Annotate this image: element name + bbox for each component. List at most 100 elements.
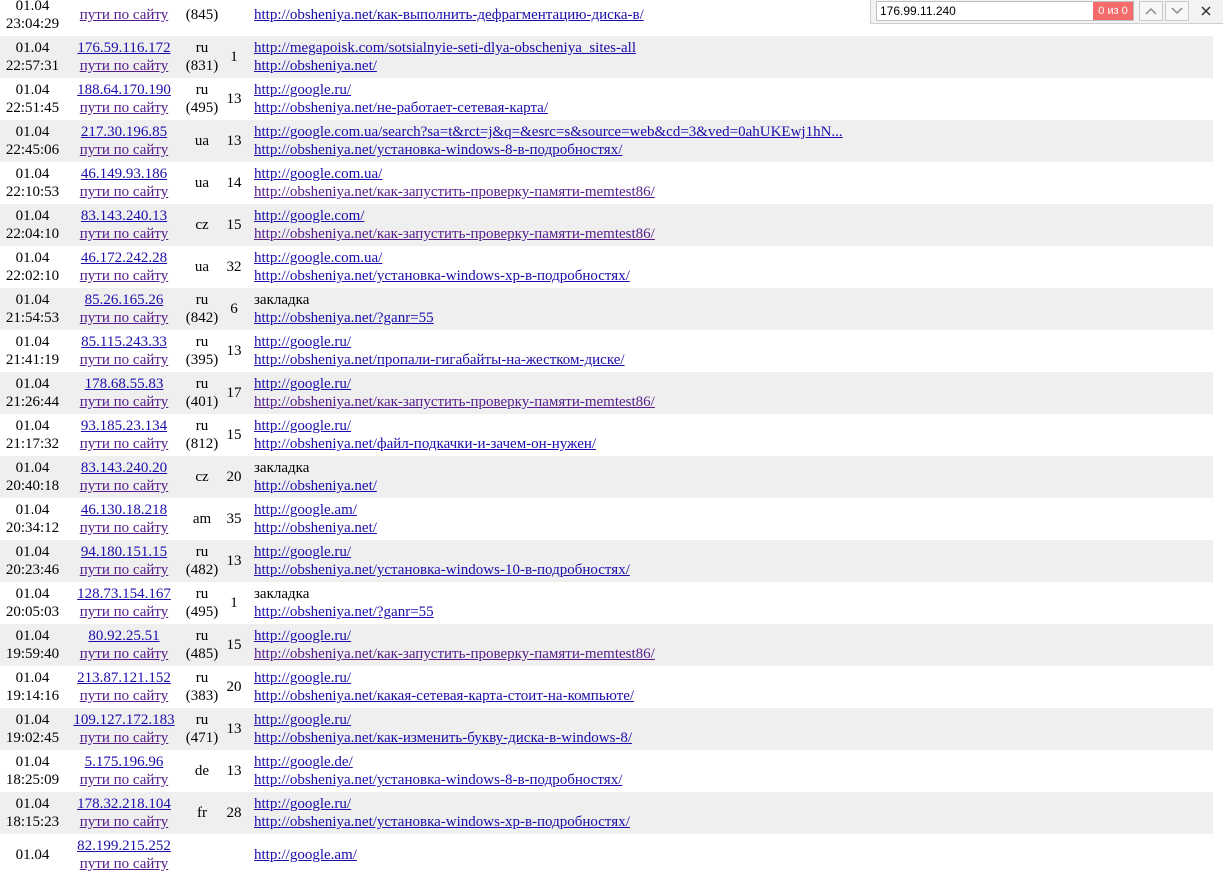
site-path-link[interactable]: пути по сайту [80, 99, 169, 117]
pages-cell: 20 [221, 666, 247, 708]
site-path-link[interactable]: пути по сайту [80, 771, 169, 789]
ip-link[interactable]: 94.180.151.15 [81, 543, 167, 561]
entry-page-link[interactable]: http://obsheniya.net/не-работает-сетевая… [254, 99, 1213, 117]
find-next-button[interactable] [1165, 1, 1189, 21]
referrer-link[interactable]: http://google.ru/ [254, 711, 1213, 729]
ip-link[interactable]: 82.199.215.252 [77, 837, 171, 855]
ip-link[interactable]: 80.92.25.51 [88, 627, 159, 645]
site-path-link[interactable]: пути по сайту [80, 519, 169, 537]
date-cell: 01.04 21:54:53 [0, 288, 65, 330]
site-path-link[interactable]: пути по сайту [80, 477, 169, 495]
ip-link[interactable]: 46.172.242.28 [81, 249, 167, 267]
country-code: ru [195, 712, 209, 728]
ip-link[interactable]: 213.87.121.152 [77, 669, 171, 687]
referrer-link[interactable]: http://google.de/ [254, 753, 1213, 771]
ip-link[interactable]: 46.130.18.218 [81, 501, 167, 519]
ip-cell: 213.87.121.152 пути по сайту [65, 666, 183, 708]
site-path-link[interactable]: пути по сайту [80, 309, 169, 327]
ip-link[interactable]: 85.26.165.26 [85, 291, 164, 309]
visit-count: (401) [185, 394, 219, 410]
site-path-link[interactable]: пути по сайту [80, 855, 169, 873]
pages-cell: 1 [221, 582, 247, 624]
site-path-link[interactable]: пути по сайту [80, 393, 169, 411]
entry-page-link[interactable]: http://obsheniya.net/как-запустить-прове… [254, 225, 1213, 243]
find-previous-button[interactable] [1139, 1, 1163, 21]
site-path-link[interactable]: пути по сайту [80, 645, 169, 663]
ip-link[interactable]: 46.149.93.186 [81, 165, 167, 183]
ip-link[interactable]: 217.30.196.85 [81, 123, 167, 141]
find-field[interactable]: 0 из 0 [876, 1, 1134, 21]
country-cell: ru (471) [183, 708, 221, 750]
referrer-link[interactable]: http://google.ru/ [254, 81, 1213, 99]
entry-page-link[interactable]: http://obsheniya.net/установка-windows-x… [254, 267, 1213, 285]
referrer-link[interactable]: http://google.com/ [254, 207, 1213, 225]
entry-page-link[interactable]: http://obsheniya.net/какая-сетевая-карта… [254, 687, 1213, 705]
referrer-link[interactable]: http://google.com.ua/ [254, 165, 1213, 183]
entry-page-link[interactable]: http://obsheniya.net/как-изменить-букву-… [254, 729, 1213, 747]
ip-link[interactable]: 128.73.154.167 [77, 585, 171, 603]
ip-link[interactable]: 85.115.243.33 [81, 333, 167, 351]
referrer-link[interactable]: http://google.com.ua/ [254, 249, 1213, 267]
ip-link[interactable]: 178.32.218.104 [77, 795, 171, 813]
entry-page-link[interactable]: http://obsheniya.net/файл-подкачки-и-зач… [254, 435, 1213, 453]
entry-page-link[interactable]: http://obsheniya.net/как-запустить-прове… [254, 645, 1213, 663]
ip-cell: 85.115.243.33 пути по сайту [65, 330, 183, 372]
country-code: ru [195, 334, 209, 350]
entry-page-link[interactable]: http://obsheniya.net/установка-windows-8… [254, 771, 1213, 789]
site-path-link[interactable]: пути по сайту [80, 183, 169, 201]
ip-link[interactable]: 188.64.170.190 [77, 81, 171, 99]
referrer-link[interactable]: http://google.ru/ [254, 375, 1213, 393]
ip-link[interactable]: 93.185.23.134 [81, 417, 167, 435]
find-close-button[interactable] [1193, 1, 1219, 21]
referrer-link[interactable]: http://google.ru/ [254, 627, 1213, 645]
entry-page-link[interactable]: http://obsheniya.net/установка-windows-8… [254, 141, 1213, 159]
ip-link[interactable]: 5.175.196.96 [85, 753, 164, 771]
referrer-link[interactable]: http://megapoisk.com/sotsialnyie-seti-dl… [254, 39, 1213, 57]
find-input[interactable] [877, 2, 1098, 20]
ip-link[interactable]: 83.143.240.20 [81, 459, 167, 477]
table-row: 01.04 21:17:32 93.185.23.134 пути по сайту r… [0, 414, 1213, 456]
ip-link[interactable]: 109.127.172.183 [73, 711, 174, 729]
entry-page-link[interactable]: http://obsheniya.net/ [254, 57, 1213, 75]
entry-page-link[interactable]: http://obsheniya.net/установка-windows-x… [254, 813, 1213, 831]
country-cell: ua [183, 120, 221, 162]
referrer-link[interactable]: http://google.ru/ [254, 543, 1213, 561]
entry-page-link[interactable]: http://obsheniya.net/?ganr=55 [254, 309, 1213, 327]
site-path-link[interactable]: пути по сайту [80, 813, 169, 831]
ip-link[interactable]: 178.68.55.83 [85, 375, 164, 393]
site-path-link[interactable]: пути по сайту [80, 435, 169, 453]
entry-page-link[interactable]: http://obsheniya.net/пропали-гигабайты-н… [254, 351, 1213, 369]
entry-page-link[interactable]: http://obsheniya.net/ [254, 519, 1213, 537]
site-path-link[interactable]: пути по сайту [80, 141, 169, 159]
referrer-link[interactable]: http://google.am/ [254, 846, 1213, 864]
site-path-link[interactable]: пути по сайту [80, 729, 169, 747]
referrer-link[interactable]: http://google.ru/ [254, 333, 1213, 351]
referrer-cell: http://google.com/http://obsheniya.net/к… [247, 204, 1213, 246]
entry-page-link[interactable]: http://obsheniya.net/?ganr=55 [254, 603, 1213, 621]
site-path-link[interactable]: пути по сайту [80, 603, 169, 621]
site-path-link[interactable]: пути по сайту [80, 687, 169, 705]
site-path-link[interactable]: пути по сайту [80, 225, 169, 243]
visit-date: 01.04 [15, 40, 50, 56]
entry-page-link[interactable]: http://obsheniya.net/как-запустить-прове… [254, 393, 1213, 411]
site-path-link[interactable]: пути по сайту [80, 561, 169, 579]
site-path-link[interactable]: пути по сайту [80, 6, 169, 24]
site-path-link[interactable]: пути по сайту [80, 267, 169, 285]
ip-link[interactable]: 83.143.240.13 [81, 207, 167, 225]
site-path-link[interactable]: пути по сайту [80, 57, 169, 75]
entry-page-link[interactable]: http://obsheniya.net/ [254, 477, 1213, 495]
country-code: ru [195, 670, 209, 686]
entry-page-link[interactable]: http://obsheniya.net/как-запустить-прове… [254, 183, 1213, 201]
site-path-link[interactable]: пути по сайту [80, 351, 169, 369]
date-cell: 01.04 21:17:32 [0, 414, 65, 456]
visit-date: 01.04 [15, 376, 50, 392]
referrer-link[interactable]: http://google.ru/ [254, 669, 1213, 687]
ip-link[interactable]: 176.59.116.172 [77, 39, 170, 57]
referrer-link[interactable]: http://google.com.ua/search?sa=t&rct=j&q… [254, 123, 1213, 141]
visit-time: 21:26:44 [5, 394, 60, 410]
entry-page-link[interactable]: http://obsheniya.net/установка-windows-1… [254, 561, 1213, 579]
referrer-link[interactable]: http://google.ru/ [254, 417, 1213, 435]
visit-count: (471) [185, 730, 219, 746]
referrer-link[interactable]: http://google.ru/ [254, 795, 1213, 813]
referrer-link[interactable]: http://google.am/ [254, 501, 1213, 519]
